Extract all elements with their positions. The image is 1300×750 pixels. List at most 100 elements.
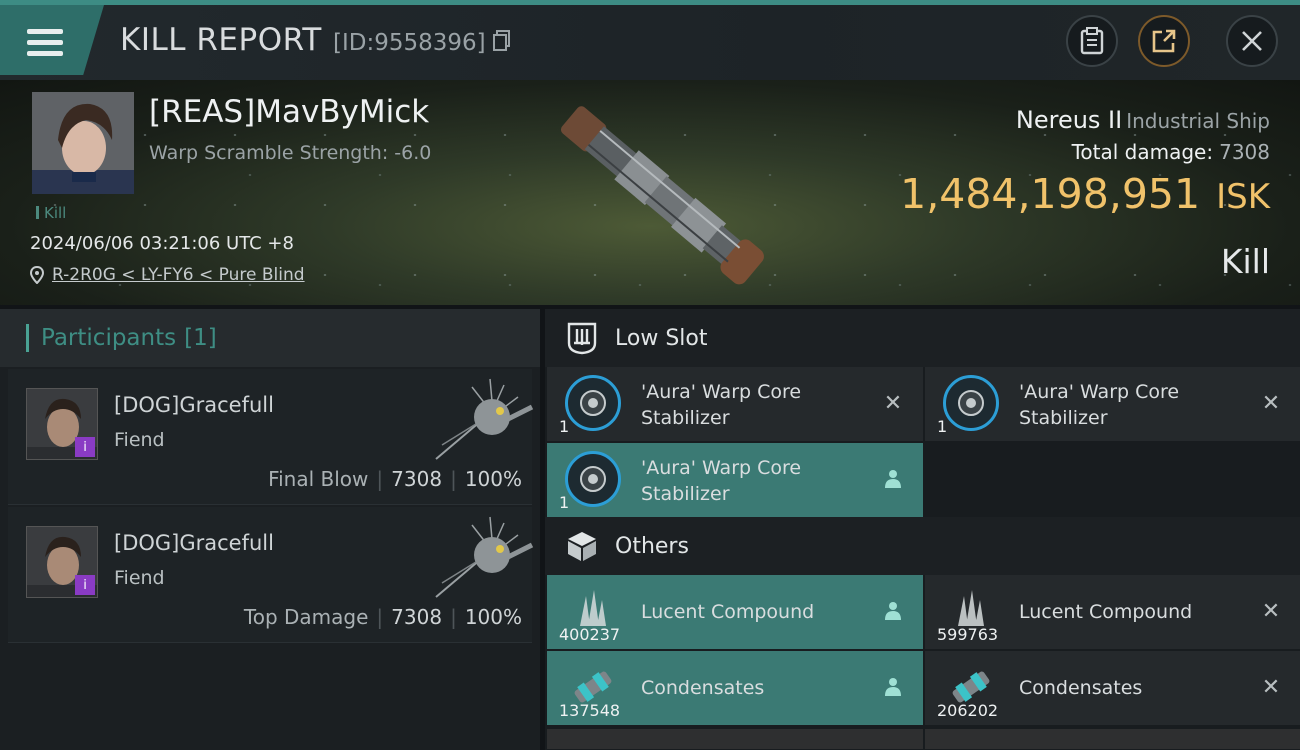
victim-ship-image: [560, 106, 764, 285]
item-quantity: 206202: [937, 701, 999, 720]
corp-badge-icon: i: [75, 437, 95, 457]
destroyed-x-icon: ✕: [1261, 390, 1281, 416]
item-quantity: 1: [559, 417, 570, 436]
avatar: [32, 92, 134, 194]
warp-core-stabilizer-icon: [943, 375, 999, 431]
attacker-avatar[interactable]: i: [26, 526, 98, 598]
menu-button[interactable]: [0, 5, 104, 75]
item-name: Lucent Compound: [641, 601, 815, 623]
others-title: Others: [615, 533, 689, 559]
empty-slot: [925, 443, 1300, 517]
isk-unit: ISK: [1216, 177, 1270, 217]
kill-timestamp: 2024/06/06 03:21:06 UTC +8: [30, 233, 294, 254]
participant-row[interactable]: i [DOG]Gracefull Fiend Final Blow | 7308 | 1…: [8, 369, 534, 505]
others-grid: 400237 Lucent Compound 599763 Lucent Com…: [545, 575, 1300, 749]
attacker-damage: 7308: [391, 467, 443, 491]
warp-core-stabilizer-icon: [565, 375, 621, 431]
item-quantity: 137548: [559, 701, 621, 720]
attacker-role: Top Damage: [243, 605, 369, 629]
attacker-ship: Fiend: [114, 429, 165, 451]
others-header: Others: [545, 517, 1300, 575]
destroyed-x-icon: ✕: [883, 390, 903, 416]
warp-core-stabilizer-icon: [565, 451, 621, 507]
total-damage-value: 7308: [1219, 140, 1270, 164]
attacker-stats: Final Blow | 7308 | 100%: [268, 467, 522, 491]
item-quantity: 400237: [559, 625, 621, 644]
attacker-avatar[interactable]: i: [26, 388, 98, 460]
item-slot[interactable]: 400237 Lucent Compound: [547, 575, 923, 649]
clipboard-icon: [1080, 27, 1104, 55]
attacker-role: Final Blow: [268, 467, 369, 491]
hamburger-icon: [27, 29, 63, 57]
participants-header: Participants [1]: [0, 309, 540, 367]
close-icon: [1242, 31, 1262, 51]
item-slot[interactable]: 206202 Condensates ✕: [925, 651, 1300, 725]
destroyed-x-icon: ✕: [1261, 674, 1281, 700]
kill-location[interactable]: R-2R0G < LY-FY6 < Pure Blind: [30, 265, 305, 285]
item-name: Condensates: [1019, 677, 1143, 699]
share-icon: [1152, 29, 1176, 53]
item-slot[interactable]: 1 'Aura' Warp Core Stabilizer: [547, 443, 923, 517]
attacker-damage: 7308: [391, 605, 443, 629]
cargo-box-icon: [563, 527, 601, 565]
item-name: Lucent Compound: [1019, 601, 1193, 623]
attacker-ship: Fiend: [114, 567, 165, 589]
dropped-person-icon: [881, 599, 905, 623]
item-quantity: 1: [937, 417, 948, 436]
close-button[interactable]: [1226, 15, 1278, 67]
attacker-ship-image: [435, 516, 534, 598]
fitting-panel: Low Slot 1 'Aura' Warp Core Stabilizer ✕…: [545, 309, 1300, 750]
victim-portrait[interactable]: [32, 92, 134, 194]
location-link[interactable]: R-2R0G < LY-FY6 < Pure Blind: [52, 265, 305, 285]
warp-scramble-strength: Warp Scramble Strength: -6.0: [149, 142, 432, 164]
attacker-percent: 100%: [464, 605, 522, 629]
clipboard-button[interactable]: [1066, 15, 1118, 67]
low-slot-icon: [563, 319, 601, 357]
low-slot-grid: 1 'Aura' Warp Core Stabilizer ✕ 1 'Aura'…: [545, 367, 1300, 517]
total-damage: Total damage: 7308: [1072, 140, 1270, 164]
item-name: 'Aura' Warp Core Stabilizer: [641, 381, 802, 429]
item-name: 'Aura' Warp Core Stabilizer: [1019, 381, 1180, 429]
victim-name[interactable]: [REAS]MavByMick: [149, 94, 429, 130]
ship-name[interactable]: Nereus II Industrial Ship: [1016, 106, 1270, 134]
item-slot[interactable]: 1 'Aura' Warp Core Stabilizer ✕: [925, 367, 1300, 441]
report-id-text: [ID:9558396]: [333, 30, 486, 56]
dropped-person-icon: [881, 467, 905, 491]
participant-row[interactable]: i [DOG]Gracefull Fiend Top Damage | 7308 | 1…: [8, 507, 534, 643]
item-quantity: 599763: [937, 625, 999, 644]
corp-badge-icon: i: [75, 575, 95, 595]
location-pin-icon: [30, 266, 44, 284]
low-slot-header: Low Slot: [545, 309, 1300, 367]
participants-panel: Participants [1] i [DOG]Gracefull Fiend …: [0, 309, 540, 750]
attacker-stats: Top Damage | 7308 | 100%: [243, 605, 522, 629]
participants-count: [1]: [184, 325, 217, 351]
low-slot-title: Low Slot: [615, 325, 708, 351]
item-quantity: 1: [559, 493, 570, 512]
report-id[interactable]: [ID:9558396]: [333, 30, 511, 56]
participants-title: Participants: [41, 325, 177, 351]
share-button[interactable]: [1138, 15, 1190, 67]
victim-banner: [REAS]MavByMick Warp Scramble Strength: …: [0, 80, 1300, 305]
attacker-name[interactable]: [DOG]Gracefull: [114, 393, 274, 417]
kill-tag: Kill: [36, 204, 66, 222]
attacker-percent: 100%: [464, 467, 522, 491]
ship-name-text: Nereus II: [1015, 106, 1123, 134]
isk-value: 1,484,198,951 ISK: [900, 170, 1270, 218]
attacker-ship-image: [435, 378, 534, 460]
list-item-partial: [547, 729, 923, 749]
item-slot[interactable]: 137548 Condensates: [547, 651, 923, 725]
attacker-name[interactable]: [DOG]Gracefull: [114, 531, 274, 555]
list-item-partial: [925, 729, 1300, 749]
item-name: Condensates: [641, 677, 765, 699]
isk-amount: 1,484,198,951: [900, 170, 1201, 218]
copy-icon[interactable]: [492, 30, 511, 52]
item-name: 'Aura' Warp Core Stabilizer: [641, 457, 802, 505]
dropped-person-icon: [881, 675, 905, 699]
destroyed-x-icon: ✕: [1261, 598, 1281, 624]
kill-result: Kill: [1220, 242, 1270, 281]
item-slot[interactable]: 1 'Aura' Warp Core Stabilizer ✕: [547, 367, 923, 441]
ship-type: Industrial Ship: [1126, 109, 1270, 133]
page-title: KILL REPORT: [120, 22, 322, 58]
top-bar: KILL REPORT [ID:9558396]: [0, 0, 1300, 80]
item-slot[interactable]: 599763 Lucent Compound ✕: [925, 575, 1300, 649]
